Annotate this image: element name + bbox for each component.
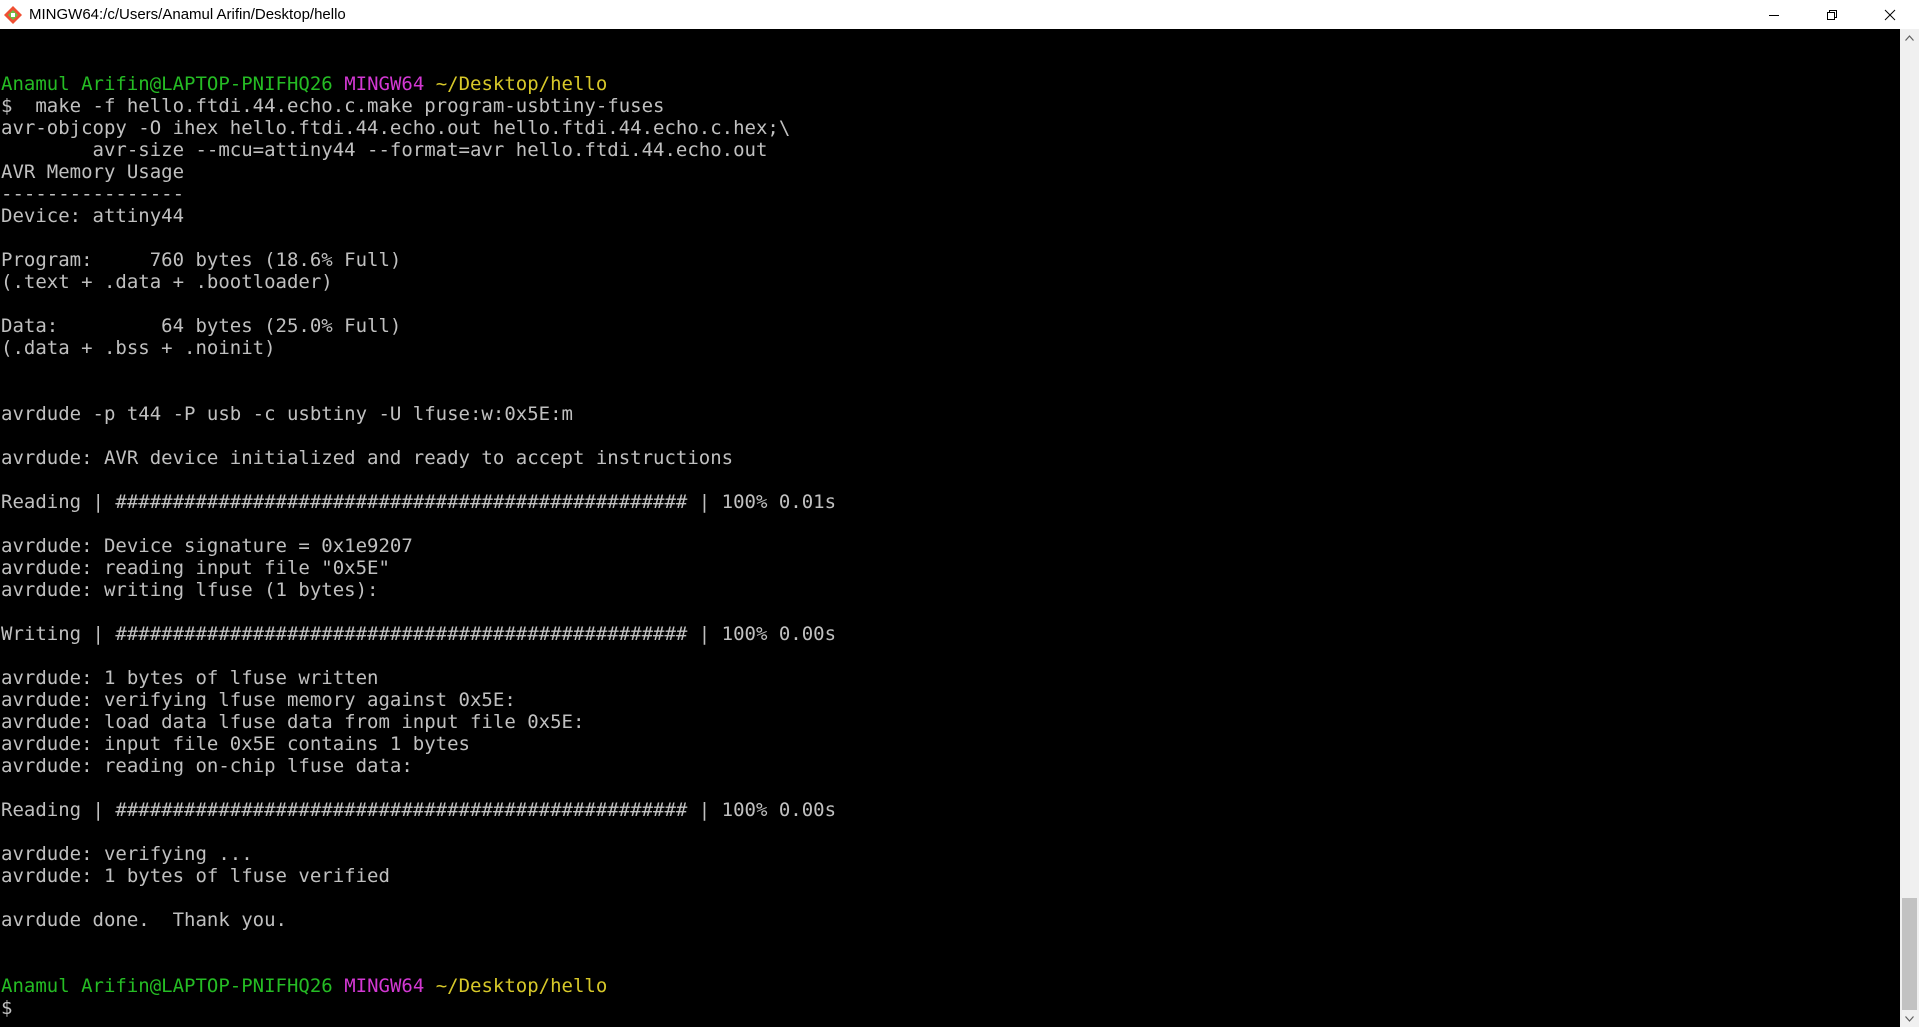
restore-icon bbox=[1827, 9, 1837, 20]
output-line: (.data + .bss + .noinit) bbox=[1, 337, 276, 359]
output-line: AVR Memory Usage bbox=[1, 161, 185, 183]
title-bar[interactable]: MINGW64:/c/Users/Anamul Arifin/Desktop/h… bbox=[0, 0, 1919, 29]
output-line: (.text + .data + .bootloader) bbox=[1, 271, 333, 293]
prompt-env: MINGW64 bbox=[344, 73, 425, 95]
output-line: avrdude: 1 bytes of lfuse written bbox=[1, 667, 379, 689]
output-line: Device: attiny44 bbox=[1, 205, 185, 227]
output-line: avrdude: reading input file "0x5E" bbox=[1, 557, 390, 579]
chevron-up-icon bbox=[1905, 34, 1914, 41]
prompt-path: ~/Desktop/hello bbox=[435, 73, 608, 95]
command-line: $ make -f hello.ftdi.44.echo.c.make prog… bbox=[1, 95, 665, 117]
output-line: Data: 64 bytes (25.0% Full) bbox=[1, 315, 402, 337]
window-controls bbox=[1745, 0, 1919, 29]
vertical-scrollbar[interactable] bbox=[1900, 29, 1919, 1027]
input-prompt[interactable]: $ bbox=[0, 997, 1900, 1019]
scroll-thumb[interactable] bbox=[1902, 898, 1917, 1010]
close-button[interactable] bbox=[1861, 0, 1919, 29]
output-line: Writing | ##############################… bbox=[1, 623, 837, 645]
prompt-line: Anamul Arifin@LAPTOP-PNIFHQ26 MINGW64 ~/… bbox=[0, 73, 1900, 95]
minimize-icon bbox=[1769, 14, 1779, 16]
output-line: avrdude -p t44 -P usb -c usbtiny -U lfus… bbox=[1, 403, 573, 425]
output-line: avrdude: 1 bytes of lfuse verified bbox=[1, 865, 390, 887]
output-line: ---------------- bbox=[1, 183, 185, 205]
output-line: Program: 760 bytes (18.6% Full) bbox=[1, 249, 402, 271]
git-bash-icon bbox=[3, 5, 23, 25]
output-line: avrdude: writing lfuse (1 bytes): bbox=[1, 579, 379, 601]
prompt-env: MINGW64 bbox=[344, 975, 425, 997]
output-line: avrdude: reading on-chip lfuse data: bbox=[1, 755, 413, 777]
scroll-down-button[interactable] bbox=[1900, 1010, 1919, 1027]
prompt-line-final: Anamul Arifin@LAPTOP-PNIFHQ26 MINGW64 ~/… bbox=[0, 975, 1900, 997]
scroll-up-button[interactable] bbox=[1900, 29, 1919, 46]
output-line: avrdude done. Thank you. bbox=[1, 909, 287, 931]
output-line: avr-objcopy -O ihex hello.ftdi.44.echo.o… bbox=[1, 117, 791, 139]
output-line: avrdude: verifying ... bbox=[1, 843, 253, 865]
restore-button[interactable] bbox=[1803, 0, 1861, 29]
chevron-down-icon bbox=[1905, 1015, 1914, 1022]
prompt-user: Anamul Arifin@LAPTOP-PNIFHQ26 bbox=[1, 73, 333, 95]
output-line: avrdude: load data lfuse data from input… bbox=[1, 711, 585, 733]
output-line: avr-size --mcu=attiny44 --format=avr hel… bbox=[1, 139, 768, 161]
window-title: MINGW64:/c/Users/Anamul Arifin/Desktop/h… bbox=[29, 6, 346, 23]
output-line: avrdude: Device signature = 0x1e9207 bbox=[1, 535, 413, 557]
output-line: avrdude: AVR device initialized and read… bbox=[1, 447, 734, 469]
output-line: avrdude: verifying lfuse memory against … bbox=[1, 689, 516, 711]
prompt-symbol: $ bbox=[1, 997, 13, 1019]
output-line: avrdude: input file 0x5E contains 1 byte… bbox=[1, 733, 470, 755]
close-icon bbox=[1884, 9, 1896, 20]
output-line: Reading | ##############################… bbox=[1, 799, 837, 821]
prompt-path: ~/Desktop/hello bbox=[435, 975, 608, 997]
terminal-window: MINGW64:/c/Users/Anamul Arifin/Desktop/h… bbox=[0, 0, 1919, 1027]
output-block: avr-objcopy -O ihex hello.ftdi.44.echo.o… bbox=[0, 117, 1900, 975]
output-line: Reading | ##############################… bbox=[1, 491, 837, 513]
terminal-output[interactable]: Anamul Arifin@LAPTOP-PNIFHQ26 MINGW64 ~/… bbox=[0, 29, 1900, 1027]
minimize-button[interactable] bbox=[1745, 0, 1803, 29]
prompt-user: Anamul Arifin@LAPTOP-PNIFHQ26 bbox=[1, 975, 333, 997]
